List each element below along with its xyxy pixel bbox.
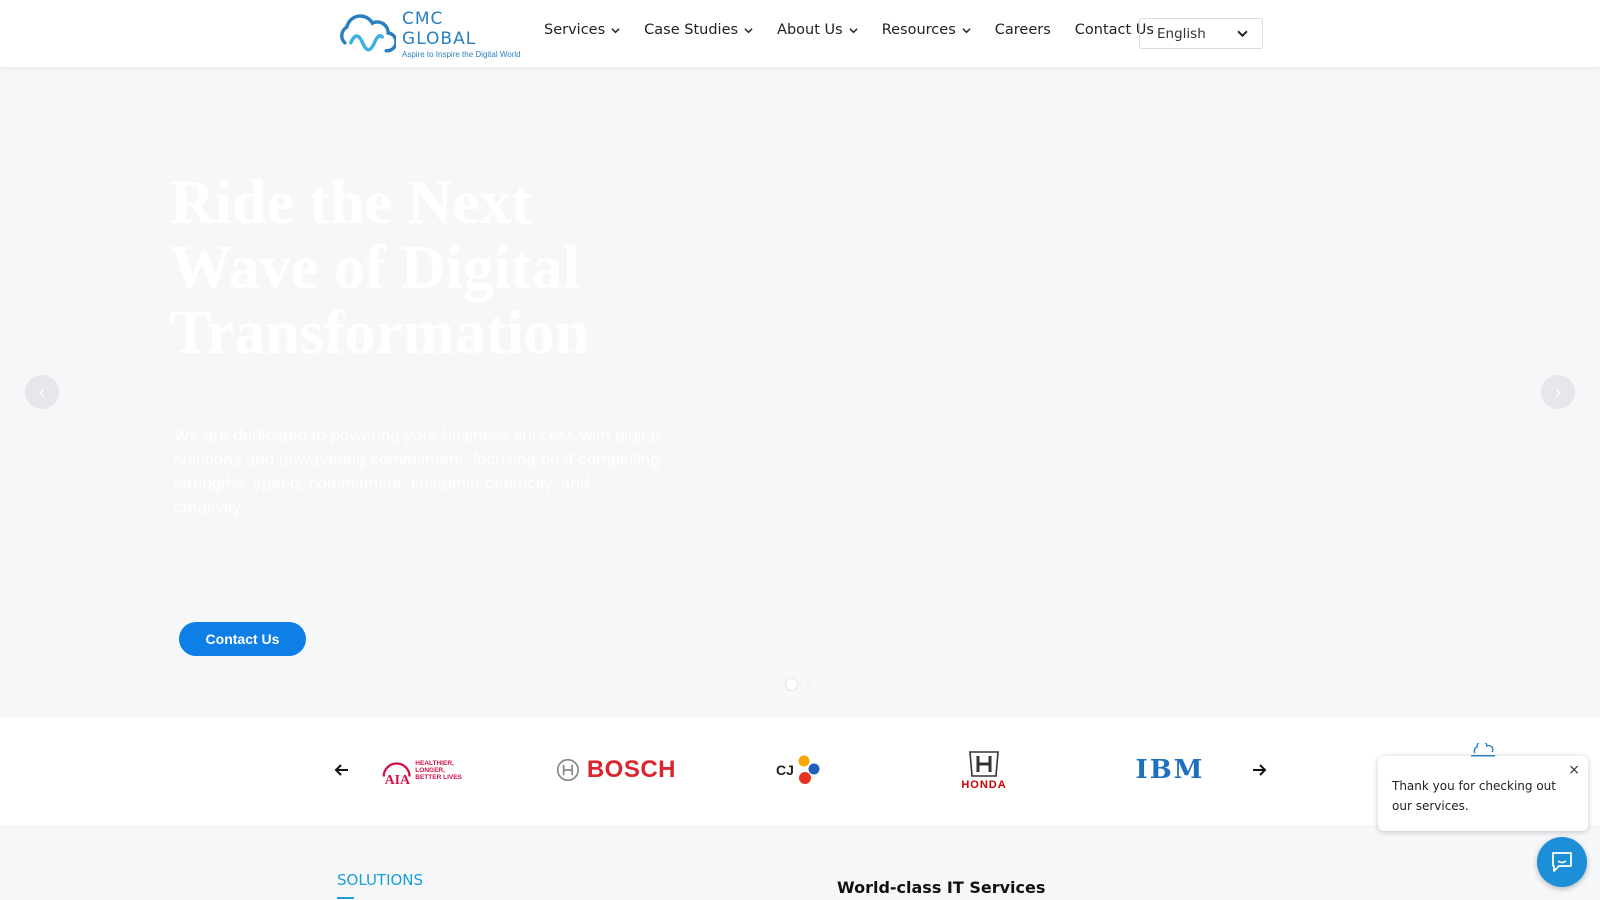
cj-petals-icon: [798, 755, 820, 784]
arrow-right-icon[interactable]: [1251, 762, 1267, 778]
honda-logo: HONDA: [952, 745, 1016, 795]
aia-mark-icon: AIA: [382, 762, 411, 788]
chat-greeting-popup: × Thank you for checking out our service…: [1378, 756, 1588, 831]
hero-description: We are dedicated to powering your busine…: [174, 426, 660, 517]
slider-dot[interactable]: [802, 678, 815, 691]
bosch-logo: BOSCH: [556, 745, 676, 795]
cloud-logo-icon: [340, 14, 397, 53]
aia-logo: AIA HEALTHIER, LONGER, BETTER LIVES: [380, 745, 480, 795]
chevron-down-icon: [962, 27, 971, 33]
close-icon[interactable]: ×: [1568, 760, 1580, 780]
nav-about-us[interactable]: About Us: [777, 22, 858, 38]
ibm-wordmark: IBM: [1135, 755, 1205, 785]
honda-h-icon: [969, 750, 999, 777]
logo-tagline: Aspire to Inspire the Digital World: [402, 50, 521, 59]
chat-greeting-text: Thank you for checking out our services.: [1392, 779, 1556, 813]
hero-slider: Ride the Next Wave of Digital Transforma…: [0, 67, 1600, 717]
cj-logo: CJ: [774, 745, 824, 795]
slider-dot-active[interactable]: [785, 678, 798, 691]
arrow-left-icon[interactable]: [334, 762, 350, 778]
aia-tagline-1: HEALTHIER, LONGER,: [415, 759, 454, 774]
logo-name: CMC GLOBAL: [402, 9, 477, 49]
nav-label: Careers: [994, 22, 1051, 38]
chevron-down-icon: [1237, 30, 1248, 38]
nav-label: Case Studies: [644, 22, 739, 38]
chevron-down-icon: [611, 27, 620, 33]
chat-launcher-button[interactable]: [1537, 837, 1587, 887]
section-heading: World-class IT Services: [837, 878, 1046, 897]
hero-title: Ride the Next Wave of Digital Transforma…: [170, 169, 590, 367]
honda-wordmark: HONDA: [961, 778, 1007, 791]
nav-case-studies[interactable]: Case Studies: [644, 22, 753, 38]
slider-next-button[interactable]: ›: [1541, 375, 1575, 409]
chevron-left-icon: ‹: [39, 381, 45, 402]
cmc-global-logo[interactable]: CMC GLOBAL Aspire to Inspire the Digital…: [337, 9, 522, 59]
aia-tagline-2: BETTER LIVES: [415, 773, 462, 781]
language-select[interactable]: English: [1139, 18, 1263, 49]
slider-prev-button[interactable]: ‹: [25, 375, 59, 409]
bosch-armature-icon: [556, 758, 579, 782]
nav-label: About Us: [777, 22, 843, 38]
section-label-underline: [337, 897, 354, 899]
solutions-section: SOLUTIONS World-class IT Services: [0, 825, 1600, 900]
chat-brand-logo-icon: [1471, 743, 1495, 757]
chevron-down-icon: [849, 27, 858, 33]
client-logos-carousel: AIA HEALTHIER, LONGER, BETTER LIVES BOSC…: [0, 717, 1600, 825]
nav-label: Services: [544, 22, 606, 38]
main-nav: Services Case Studies About Us Resources…: [544, 22, 1178, 38]
nav-services[interactable]: Services: [544, 22, 620, 38]
chat-bubble-icon: [1552, 852, 1572, 872]
nav-label: Resources: [881, 22, 956, 38]
cj-wordmark: CJ: [776, 762, 794, 778]
ibm-logo: IBM: [1135, 745, 1205, 795]
language-value: English: [1157, 25, 1206, 42]
nav-resources[interactable]: Resources: [882, 22, 971, 38]
bosch-wordmark: BOSCH: [586, 756, 676, 783]
nav-careers[interactable]: Careers: [995, 22, 1051, 38]
section-label: SOLUTIONS: [337, 871, 424, 889]
slider-pagination: [785, 678, 819, 691]
contact-us-button[interactable]: Contact Us: [179, 622, 306, 656]
site-header: CMC GLOBAL Aspire to Inspire the Digital…: [0, 0, 1600, 67]
chevron-down-icon: [744, 27, 753, 33]
svg-text:AIA: AIA: [385, 773, 410, 788]
chevron-right-icon: ›: [1555, 381, 1561, 402]
